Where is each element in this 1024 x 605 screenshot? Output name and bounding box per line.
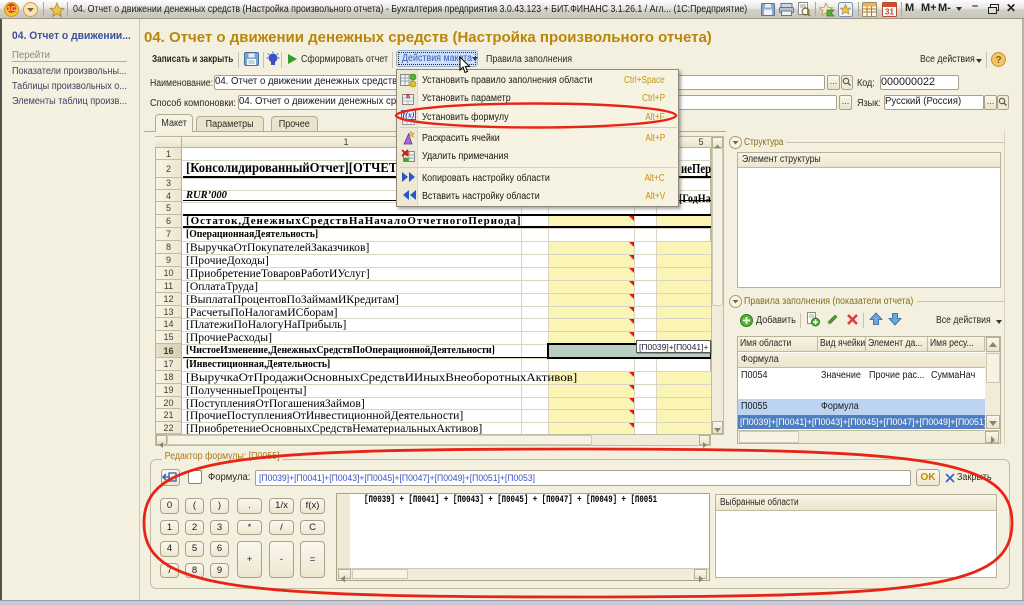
svg-text:?: ? — [995, 55, 1001, 66]
svg-text:1C: 1C — [7, 6, 16, 13]
svg-text:f(x): f(x) — [403, 111, 415, 120]
svg-text:31: 31 — [885, 8, 894, 17]
svg-text:в: в — [406, 91, 411, 100]
